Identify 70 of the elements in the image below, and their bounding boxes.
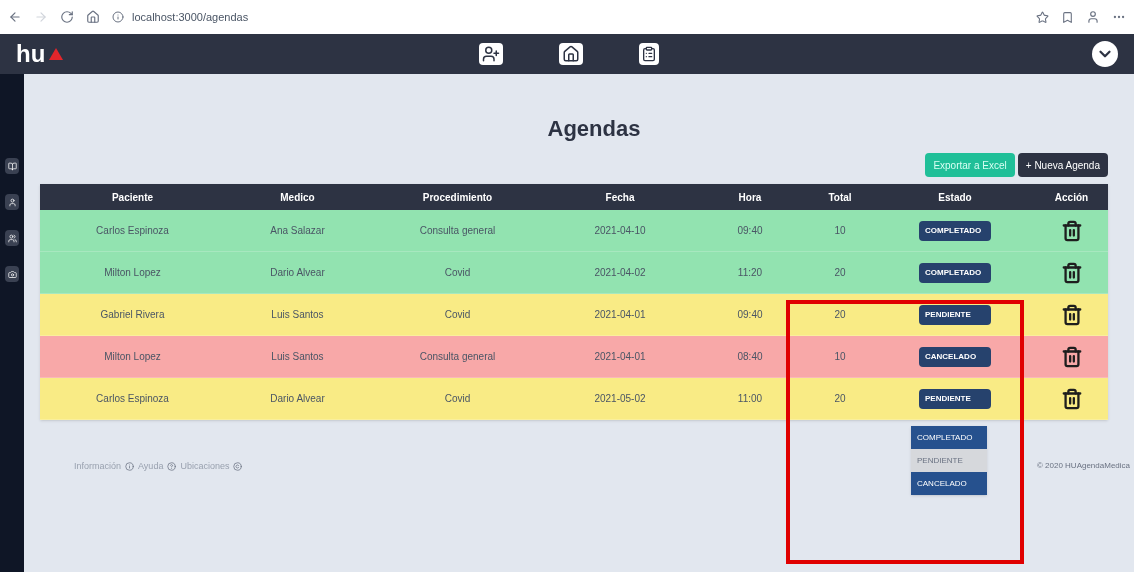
table-cell-text: Gabriel Rivera xyxy=(99,308,166,322)
chevron-down-icon[interactable] xyxy=(1092,41,1118,67)
status-button[interactable]: CANCELADO xyxy=(919,346,991,367)
home-icon[interactable] xyxy=(559,43,583,65)
table-cell-text: 11:20 xyxy=(736,266,764,280)
logo[interactable]: hu xyxy=(16,42,46,66)
column-header: Estado xyxy=(937,190,973,205)
table-cell-text: 20 xyxy=(833,308,847,322)
user-icon[interactable] xyxy=(5,194,19,210)
column-header: Acción xyxy=(1053,190,1090,205)
trash-icon[interactable] xyxy=(1060,345,1083,368)
table-cell-text: Consulta general xyxy=(418,224,497,238)
status-button[interactable]: COMPLETADO xyxy=(919,262,991,283)
table-cell-text: 2021-04-01 xyxy=(593,308,647,322)
table-cell-text: Milton Lopez xyxy=(103,350,162,364)
status-button[interactable]: COMPLETADO xyxy=(919,220,991,241)
table-cell-text: 10 xyxy=(833,350,847,364)
page-title: Agendas xyxy=(546,115,642,143)
table-cell-text: 09:40 xyxy=(736,308,764,322)
table-cell-text: Dario Alvear xyxy=(269,392,326,406)
table-cell-text: Carlos Espinoza xyxy=(95,392,170,406)
status-button[interactable]: PENDIENTE xyxy=(919,388,991,409)
dropdown-option[interactable]: PENDIENTE xyxy=(911,449,987,472)
status-button[interactable]: PENDIENTE xyxy=(919,304,991,325)
profile-icon[interactable] xyxy=(1086,10,1100,24)
trash-icon[interactable] xyxy=(1060,303,1083,326)
table-cell-text: 08:40 xyxy=(736,350,764,364)
triangle-icon xyxy=(49,48,64,60)
table-cell-text: Dario Alvear xyxy=(269,266,326,280)
table-cell-text: 20 xyxy=(833,392,847,406)
table-cell-text: Covid xyxy=(443,392,472,406)
table-cell-text: Covid xyxy=(443,308,472,322)
column-header: Fecha xyxy=(604,190,636,205)
book-icon[interactable] xyxy=(5,158,19,174)
column-header: Medico xyxy=(279,190,316,205)
table-cell-text: 09:40 xyxy=(736,224,764,238)
trash-icon[interactable] xyxy=(1060,261,1083,284)
camera-icon[interactable] xyxy=(5,266,19,282)
group-icon[interactable] xyxy=(5,230,19,246)
column-header: Paciente xyxy=(110,190,155,205)
dropdown-option[interactable]: COMPLETADO xyxy=(911,426,987,449)
trash-icon[interactable] xyxy=(1060,387,1083,410)
reload-icon[interactable] xyxy=(60,10,74,24)
table-cell-text: 2021-05-02 xyxy=(593,392,647,406)
table-cell-text: 2021-04-02 xyxy=(593,266,647,280)
table-cell-text: Ana Salazar xyxy=(269,224,326,238)
table-cell-text: 10 xyxy=(833,224,847,238)
column-header: Total xyxy=(827,190,853,205)
new-agenda-button[interactable]: + Nueva Agenda xyxy=(1017,153,1108,177)
copyright-text: © 2020 HUAgendaMedica xyxy=(1035,460,1130,472)
table-cell-text: Consulta general xyxy=(418,350,497,364)
table-cell-text: 2021-04-01 xyxy=(593,350,647,364)
table-cell-text: 20 xyxy=(833,266,847,280)
table-cell-text: Covid xyxy=(443,266,472,280)
dropdown-option[interactable]: CANCELADO xyxy=(911,472,987,495)
table-cell-text: Luis Santos xyxy=(270,350,325,364)
add-user-icon[interactable] xyxy=(479,43,503,65)
clipboard-icon[interactable] xyxy=(639,43,659,65)
table-cell-text: Luis Santos xyxy=(270,308,325,322)
trash-icon[interactable] xyxy=(1060,219,1083,242)
table-cell-text: 11:00 xyxy=(736,392,764,406)
table-cell-text: 2021-04-10 xyxy=(593,224,647,238)
back-icon[interactable] xyxy=(8,10,22,24)
column-header: Hora xyxy=(737,190,763,205)
address-field[interactable]: localhost:3000/agendas xyxy=(132,8,249,26)
star-icon[interactable] xyxy=(1036,10,1049,24)
table-cell-text: Carlos Espinoza xyxy=(95,224,170,238)
column-header: Procedimiento xyxy=(421,190,494,205)
table-cell-text: Milton Lopez xyxy=(103,266,162,280)
favorites-icon[interactable] xyxy=(1061,10,1074,24)
